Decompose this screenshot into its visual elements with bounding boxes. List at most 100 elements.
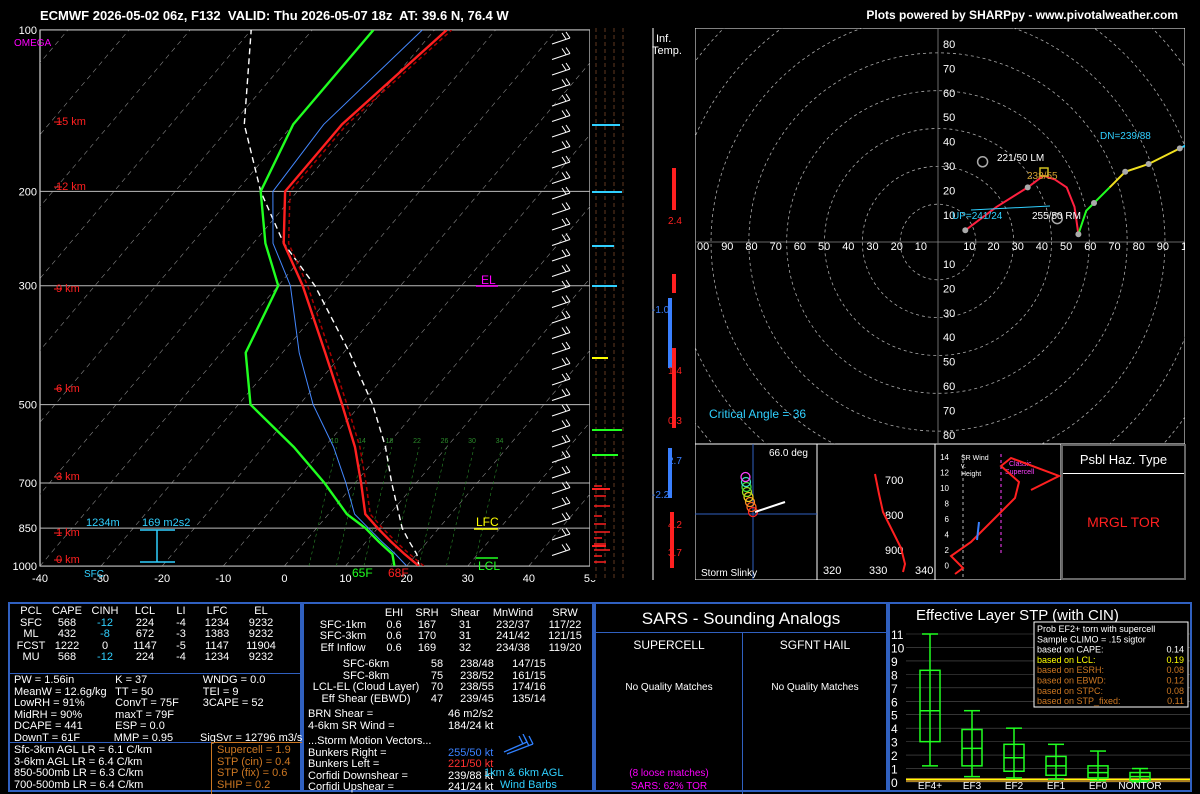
- kinematics-row-cell: 241/42: [496, 630, 530, 642]
- hodo-label: 221/50 LM: [997, 153, 1044, 164]
- height-label: 0 km: [56, 554, 80, 566]
- srwind-y-label: 2: [945, 546, 950, 555]
- parcel-row-cell: 9232: [248, 651, 274, 663]
- stp-y-tick: 2: [891, 749, 898, 763]
- hodo-y-label: 20: [943, 185, 955, 197]
- isotherm: [0, 30, 7, 566]
- hodo-x-label: 30: [866, 241, 878, 253]
- stp-y-tick: 7: [891, 682, 898, 696]
- index-value: LowRH = 91%: [14, 697, 85, 709]
- parcel-row-cell: -3: [176, 628, 186, 640]
- stp-info-value: 0.08: [1166, 686, 1184, 696]
- barbs-label-1: 1km & 6km AGL: [484, 767, 564, 779]
- hodo-point: [1176, 145, 1183, 152]
- brn-shear-label: BRN Shear =: [308, 708, 374, 720]
- index-value: ConvT = 75F: [115, 697, 179, 709]
- composite-index: STP (fix) = 0.6: [217, 767, 288, 779]
- index-value: 3CAPE = 52: [202, 697, 264, 709]
- stp-y-tick: 11: [891, 628, 904, 642]
- stp-info-label: based on ESRH:: [1037, 665, 1104, 675]
- stp-chart: Effective Layer STP (with CIN)1110987654…: [891, 607, 1190, 790]
- hodo-label: DN=239/88: [1100, 131, 1151, 142]
- pressure-tick-label: 100: [19, 25, 37, 37]
- hodo-x-label: 50: [1060, 241, 1072, 253]
- hodo-x-label: 30: [1012, 241, 1024, 253]
- stp-category: EF0: [1089, 781, 1108, 790]
- parcel-header-cell: LI: [176, 605, 186, 617]
- hodo-x-label: 20: [891, 241, 903, 253]
- stp-info-value: 0.11: [1167, 696, 1184, 706]
- sars-hail-heading: SGFNT HAIL: [779, 638, 851, 652]
- parcel-header: PCL CAPE CINH LCL LI LFC EL: [14, 605, 300, 618]
- mixing-ratio-label: 26: [441, 438, 449, 445]
- tadv-bar: [672, 274, 676, 293]
- hodo-x-label: 20: [987, 241, 999, 253]
- hodo-label: 238/55: [1027, 171, 1058, 182]
- parcel-header-cell: CINH: [91, 605, 119, 617]
- tadv-title: Temp.: [652, 45, 682, 57]
- parcel-row-cell: 568: [57, 651, 77, 663]
- mixing-ratio-label: 18: [386, 438, 394, 445]
- hodo-point: [962, 227, 969, 234]
- kinematics-row: SFC-3km 0.6 170 31 241/42 121/15: [308, 630, 592, 643]
- hodo-x-label: 90: [1157, 241, 1169, 253]
- hodo-x-label: 70: [770, 241, 782, 253]
- lapse-rate: 850-500mb LR = 6.3 C/km: [14, 767, 144, 779]
- kinematics-row-cell: Eff Shear (EBWD): [321, 692, 411, 705]
- srwind-y-label: 10: [940, 484, 949, 493]
- parcel-row: ML 432 -8 672 -3 1383 9232: [14, 628, 300, 641]
- kinematics-header-cell: SRH: [415, 607, 439, 619]
- stp-category: EF1: [1047, 781, 1066, 790]
- slinky-title: Storm Slinky: [701, 568, 757, 579]
- kinematics-row: Eff Shear (EBWD) 47 239/45 135/14: [308, 692, 592, 706]
- hodo-y-label: 70: [943, 405, 955, 417]
- pressure-tick-label: 700: [19, 478, 37, 490]
- tadv-label: -1.0: [652, 305, 670, 316]
- stp-info-value: 0.14: [1166, 645, 1184, 655]
- kinematics-header-cell: Shear: [450, 607, 480, 619]
- srwind-y-label: 8: [945, 500, 950, 509]
- pressure-tick-label: 1000: [13, 561, 37, 573]
- hodo-y-label: 80: [943, 39, 955, 51]
- parcel-row: MU 568 -12 224 -4 1234 9232: [14, 651, 300, 664]
- parcel-row-cell: -8: [100, 628, 110, 640]
- stp-info-label: Prob EF2+ torn with supercell: [1037, 624, 1155, 634]
- x-tick-label: -10: [215, 573, 231, 585]
- kinematics-row: LCL-EL (Cloud Layer) 70 238/55 174/16: [308, 681, 592, 694]
- kinematics-header: EHI SRH Shear MnWind SRW: [308, 607, 592, 620]
- tadv-bg: [590, 28, 695, 580]
- parcel-row-cell: MU: [22, 651, 40, 663]
- parcel-row-cell: 224: [135, 651, 155, 663]
- stp-y-tick: 3: [891, 736, 898, 750]
- hodo-y-label: 40: [943, 332, 955, 344]
- index-row: PW = 1.56in K = 37 WNDG = 0.0: [14, 674, 300, 687]
- stp-info-label: based on CAPE:: [1037, 645, 1104, 655]
- kinematics-row-cell: Eff Inflow: [320, 641, 366, 654]
- srwind-y-label: 6: [945, 515, 950, 524]
- composite-index: SHIP = 0.2: [217, 778, 271, 791]
- kinematics-row-cell: 239/45: [460, 692, 494, 705]
- parcel-row-cell: ML: [23, 628, 39, 640]
- stp-y-tick: 5: [891, 709, 898, 723]
- hodo-y-label: 50: [943, 357, 955, 369]
- stp-info-label: based on LCL:: [1037, 655, 1096, 665]
- kinematics-row-cell: 0.6: [386, 630, 402, 642]
- wind-barbs-icon: [503, 734, 534, 755]
- thetae-x-label: 320: [823, 565, 841, 577]
- stp-info-label: based on EBWD:: [1037, 676, 1106, 686]
- kinematics-row-cell: 121/15: [548, 630, 582, 642]
- hodo-label: 255/50 RM: [1032, 211, 1081, 222]
- lfc-label: LFC: [476, 515, 499, 529]
- parcel-header-cell: LFC: [206, 605, 228, 617]
- x-tick-label: 10: [339, 573, 351, 585]
- hazard-panel: Psbl Haz. Type MRGL TOR: [1061, 444, 1186, 580]
- index-row: LowRH = 91% ConvT = 75F 3CAPE = 52: [14, 697, 300, 710]
- hodo-y-label: 80: [943, 430, 955, 442]
- kinematics-row-cell: 31: [458, 630, 472, 642]
- kinematics-header-cell: [308, 608, 378, 620]
- sars-tor: SARS: 62% TOR: [630, 781, 708, 792]
- index-value: WNDG = 0.0: [202, 674, 266, 686]
- mixing-ratio-label: 22: [413, 438, 421, 445]
- index-value: ESP = 0.0: [115, 720, 165, 732]
- stp-y-tick: 9: [891, 655, 898, 669]
